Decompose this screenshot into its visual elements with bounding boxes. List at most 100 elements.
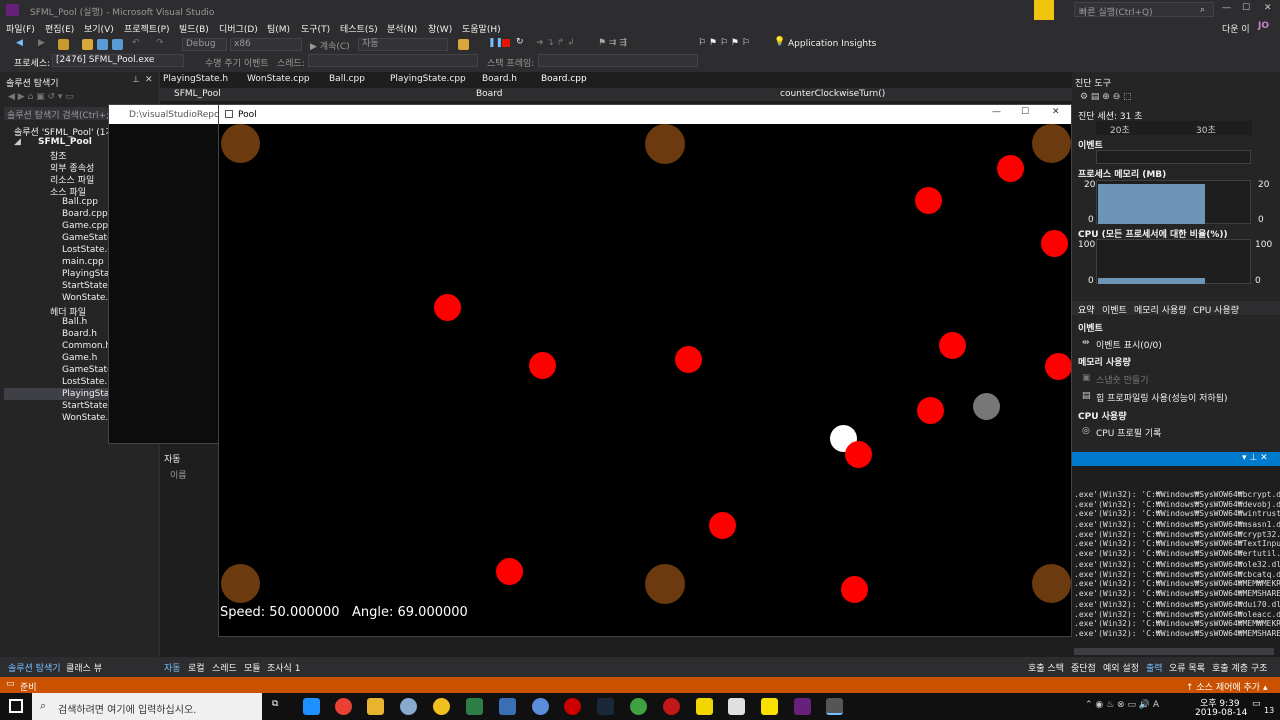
app-icon[interactable] xyxy=(728,698,745,715)
insights-icon[interactable]: 💡 xyxy=(774,37,785,47)
tab-call-hierarchy[interactable]: 호출 계층 구조 xyxy=(1212,661,1267,674)
menu-file[interactable]: 파일(F) xyxy=(6,22,35,35)
nav-class-dropdown[interactable]: Board xyxy=(476,89,502,99)
insights-button[interactable]: Application Insights xyxy=(788,39,876,49)
menu-help[interactable]: 도움말(H) xyxy=(462,22,501,35)
tab-exception-settings[interactable]: 예외 설정 xyxy=(1103,661,1139,674)
header-file[interactable]: Game.h xyxy=(62,353,97,363)
continue-button[interactable]: ▶ 계속(C) xyxy=(310,39,350,52)
tab-locals[interactable]: 로컬 xyxy=(188,661,205,674)
cpu-graph[interactable] xyxy=(1096,239,1251,284)
source-file[interactable]: Ball.cpp xyxy=(62,197,98,207)
menu-analyze[interactable]: 분석(N) xyxy=(387,22,417,35)
sticky-notes-icon[interactable] xyxy=(696,698,713,715)
stop-icon[interactable] xyxy=(502,39,510,47)
editor-tab[interactable]: PlayingState.h xyxy=(163,74,228,84)
config-dropdown[interactable]: Debug xyxy=(182,38,227,51)
snapshot-button[interactable]: 스냅숏 만들기 xyxy=(1096,373,1149,386)
user-avatar[interactable]: JO xyxy=(1258,21,1269,31)
pin-icon[interactable]: ⊥ xyxy=(132,75,140,85)
editor-tab[interactable]: Board.h xyxy=(482,74,517,84)
tab-breakpoints[interactable]: 중단점 xyxy=(1071,661,1096,674)
redo-icon[interactable]: ↷ xyxy=(156,38,164,48)
header-file[interactable]: Board.h xyxy=(62,329,97,339)
tab-class-view[interactable]: 클래스 뷰 xyxy=(66,661,102,674)
platform-dropdown[interactable]: x86 xyxy=(230,38,302,51)
filter-icon[interactable] xyxy=(1034,0,1054,20)
console-titlebar[interactable]: D:\visualStudioReposito xyxy=(109,105,236,124)
lifecycle-button[interactable]: 수명 주기 이벤트 xyxy=(205,56,269,69)
pause-icon[interactable]: ❚❚ xyxy=(488,38,503,48)
menu-team[interactable]: 팀(M) xyxy=(267,22,290,35)
tab-call-stack[interactable]: 호출 스택 xyxy=(1028,661,1064,674)
tab-cpu[interactable]: CPU 사용량 xyxy=(1193,303,1239,316)
menu-build[interactable]: 빌드(B) xyxy=(179,22,209,35)
user-name[interactable]: 다운 이 xyxy=(1222,22,1250,35)
header-file[interactable]: Ball.h xyxy=(62,317,87,327)
steam-icon[interactable] xyxy=(597,698,614,715)
game-canvas[interactable]: Speed: 50.000000 Angle: 69.000000 xyxy=(219,124,1071,636)
nav-method-dropdown[interactable]: counterClockwiseTurn() xyxy=(780,89,885,99)
game-maximize-button[interactable]: ☐ xyxy=(1021,107,1029,117)
clock-date[interactable]: 2019-08-14 xyxy=(1195,708,1247,718)
restart-icon[interactable]: ↻ xyxy=(516,37,524,47)
app-icon[interactable] xyxy=(400,698,417,715)
save-icon[interactable] xyxy=(97,39,108,50)
utorrent-icon[interactable] xyxy=(630,698,647,715)
step-icons[interactable]: ➜ ↴ ↱ ↲ xyxy=(536,38,575,48)
undo-icon[interactable]: ↶ xyxy=(132,38,140,48)
show-events-link[interactable]: 이벤트 표시(0/0) xyxy=(1096,338,1162,351)
app-icon[interactable] xyxy=(499,698,516,715)
forward-icon[interactable]: ▶ xyxy=(38,38,45,48)
app-icon[interactable] xyxy=(663,698,680,715)
editor-tab[interactable]: WonState.cpp xyxy=(247,74,310,84)
tab-memory[interactable]: 메모리 사용량 xyxy=(1134,303,1187,316)
timeline-ruler[interactable]: 20초 30초 xyxy=(1096,121,1252,136)
heap-profiling-toggle[interactable]: 힙 프로파일링 사용(성능이 저하됨) xyxy=(1096,391,1228,404)
source-file[interactable]: Board.cpp xyxy=(62,209,108,219)
close-button[interactable]: ✕ xyxy=(1264,3,1272,13)
notification-icon[interactable]: ▭ xyxy=(1252,699,1261,709)
panel-close-icon[interactable]: ✕ xyxy=(145,75,153,85)
header-file[interactable]: Common.h xyxy=(62,341,111,351)
output-titlebar[interactable]: ▾ ⊥ ✕ xyxy=(1072,452,1280,466)
tab-autos[interactable]: 자동 xyxy=(164,661,181,674)
menu-debug[interactable]: 디버그(D) xyxy=(219,22,258,35)
menu-window[interactable]: 창(W) xyxy=(428,22,452,35)
menu-test[interactable]: 테스트(S) xyxy=(340,22,378,35)
app-icon[interactable] xyxy=(466,698,483,715)
hot-reload-icon[interactable] xyxy=(458,39,469,50)
chrome-icon[interactable] xyxy=(335,698,352,715)
task-view-icon[interactable]: ⧉ xyxy=(272,699,278,709)
menu-project[interactable]: 프로젝트(P) xyxy=(124,22,170,35)
nav-project-dropdown[interactable]: SFML_Pool xyxy=(174,89,221,99)
open-icon[interactable] xyxy=(82,39,93,50)
cpu-record-button[interactable]: CPU 프로필 기록 xyxy=(1096,426,1161,439)
thread-dropdown[interactable] xyxy=(308,54,478,67)
edge-icon[interactable] xyxy=(303,698,320,715)
app-icon[interactable] xyxy=(564,698,581,715)
auto-dropdown[interactable]: 자동 xyxy=(358,38,448,51)
process-dropdown[interactable]: [2476] SFML_Pool.exe xyxy=(52,54,184,67)
maximize-button[interactable]: ☐ xyxy=(1242,3,1250,13)
app-icon[interactable] xyxy=(433,698,450,715)
project-node[interactable]: SFML_Pool xyxy=(38,137,92,147)
taskbar-search-box[interactable]: ⌕ 검색하려면 여기에 입력하십시오. xyxy=(32,693,262,720)
save-all-icon[interactable] xyxy=(112,39,123,50)
header-file[interactable]: LostState.h xyxy=(62,377,113,387)
menu-view[interactable]: 보기(V) xyxy=(84,22,114,35)
tab-modules[interactable]: 모듈 xyxy=(244,661,261,674)
tab-events[interactable]: 이벤트 xyxy=(1102,303,1127,316)
solution-toolbar-icons[interactable]: ◀ ▶ ⌂ ▣ ↺ ▾ ▭ xyxy=(8,92,74,102)
tab-summary[interactable]: 요약 xyxy=(1078,303,1095,316)
events-track[interactable] xyxy=(1096,150,1251,164)
output-hscrollbar[interactable] xyxy=(1074,648,1274,655)
game-titlebar[interactable]: Pool — ☐ ✕ xyxy=(219,105,1071,124)
file-explorer-icon[interactable] xyxy=(367,698,384,715)
menu-tools[interactable]: 도구(T) xyxy=(301,22,330,35)
visual-studio-icon[interactable] xyxy=(794,698,811,715)
output-window-controls[interactable]: ▾ ⊥ ✕ xyxy=(1242,453,1268,463)
quick-launch-input[interactable]: 빠른 실행(Ctrl+Q) ⌕ xyxy=(1074,2,1214,18)
tab-threads[interactable]: 스레드 xyxy=(212,661,237,674)
tab-solution-explorer[interactable]: 솔루션 탐색기 xyxy=(8,661,61,674)
